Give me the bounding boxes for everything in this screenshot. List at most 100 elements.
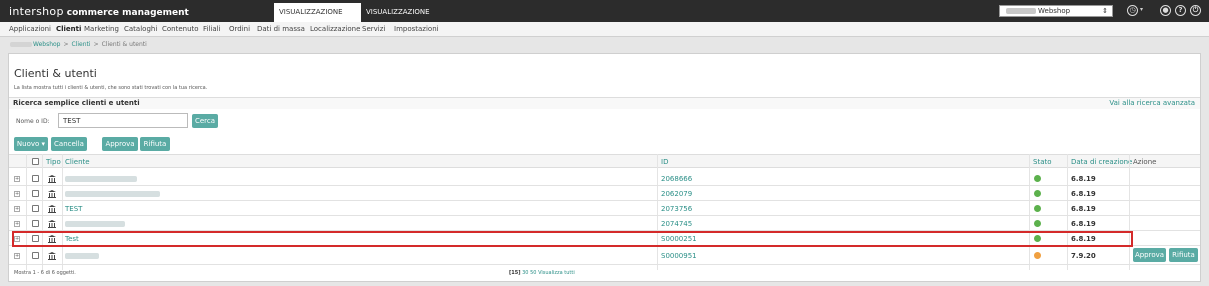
status-pending-icon — [1034, 252, 1041, 259]
brand-name: intershop — [9, 5, 64, 18]
name-or-id-label: Nome o ID: — [16, 118, 50, 125]
customer-id[interactable]: S0000951 — [661, 252, 697, 260]
nav-filiali[interactable]: Filiali — [203, 25, 221, 33]
row-checkbox[interactable] — [32, 252, 39, 259]
breadcrumb-current: Clienti & utenti — [101, 41, 147, 48]
header-created[interactable]: Data di creazione — [1071, 158, 1132, 166]
header-customer[interactable]: Cliente — [65, 158, 90, 166]
row-checkbox[interactable] — [32, 190, 39, 197]
main-nav: Applicazioni Clienti Marketing Cataloghi… — [0, 22, 1209, 37]
customer-name-link[interactable] — [65, 175, 137, 183]
customer-id[interactable]: 2073756 — [661, 205, 692, 213]
breadcrumb-site[interactable]: Webshop — [33, 41, 61, 48]
expand-icon[interactable]: + — [14, 236, 20, 242]
redacted-text — [1006, 8, 1036, 14]
customer-id[interactable]: 2062079 — [661, 190, 692, 198]
nav-dati-di-massa[interactable]: Dati di massa — [257, 25, 305, 33]
table-row[interactable]: + 2062079 6.8.19 — [9, 186, 1200, 201]
redacted-text — [65, 176, 137, 182]
table-row[interactable]: + Test S0000251 6.8.19 — [9, 231, 1200, 246]
row-reject-button[interactable]: Rifiuta — [1169, 248, 1198, 262]
customer-id[interactable]: 2068666 — [661, 175, 692, 183]
expand-icon[interactable]: + — [14, 191, 20, 197]
customer-name-link[interactable] — [65, 190, 160, 198]
search-input[interactable] — [58, 113, 188, 128]
expand-icon[interactable]: + — [14, 253, 20, 259]
power-icon[interactable]: ⏻ — [1190, 5, 1201, 16]
row-checkbox[interactable] — [32, 205, 39, 212]
nav-impostazioni[interactable]: Impostazioni — [394, 25, 439, 33]
row-checkbox[interactable] — [32, 175, 39, 182]
table-row[interactable]: + S0000951 7.9.20 Approva Rifiuta — [9, 246, 1200, 265]
delete-button[interactable]: Cancella — [51, 137, 87, 151]
approve-button[interactable]: Approva — [102, 137, 138, 151]
table-header: Tipo Cliente ID Stato Data di creazione … — [9, 154, 1200, 168]
company-icon — [48, 220, 56, 228]
breadcrumb-separator: > — [93, 41, 99, 48]
company-icon — [48, 205, 56, 213]
header-action: Azione — [1133, 158, 1157, 166]
header-id[interactable]: ID — [661, 158, 668, 166]
company-icon — [48, 175, 56, 183]
status-ok-icon — [1034, 235, 1041, 242]
nav-ordini[interactable]: Ordini — [229, 25, 250, 33]
page-description: La lista mostra tutti i clienti & utenti… — [14, 85, 208, 91]
table-row[interactable]: + 2074745 6.8.19 — [9, 216, 1200, 231]
help-icon[interactable]: ? — [1175, 5, 1186, 16]
select-arrow-icon: ⇕ — [1102, 7, 1108, 15]
company-icon — [48, 252, 56, 260]
breadcrumb: Webshop > Clienti > Clienti & utenti — [10, 41, 147, 48]
page-size-all[interactable]: Visualizza tutti — [538, 270, 575, 276]
nav-applicazioni[interactable]: Applicazioni — [9, 25, 51, 33]
status-ok-icon — [1034, 220, 1041, 227]
breadcrumb-separator: > — [63, 41, 69, 48]
row-checkbox[interactable] — [32, 220, 39, 227]
result-count: Mostra 1 - 6 di 6 oggetti. — [14, 270, 76, 276]
page-size-current: [15] — [509, 270, 521, 276]
search-header: Ricerca semplice clienti e utenti Vai al… — [9, 97, 1200, 109]
row-checkbox[interactable] — [32, 235, 39, 242]
advanced-search-link[interactable]: Vai alla ricerca avanzata — [1109, 99, 1195, 107]
nav-servizi[interactable]: Servizi — [362, 25, 385, 33]
table-row[interactable]: + TEST 2073756 6.8.19 — [9, 201, 1200, 216]
select-all-checkbox[interactable] — [32, 158, 39, 165]
top-bar: intershop commerce management VISUALIZZAZ… — [0, 0, 1209, 35]
user-icon[interactable]: ● — [1160, 5, 1171, 16]
tab-data-view[interactable]: VISUALIZZAZIONE DATI — [274, 3, 361, 35]
customer-name-link[interactable] — [65, 220, 125, 228]
page-title: Clienti & utenti — [14, 67, 97, 80]
site-select[interactable]: Webshop ⇕ — [999, 5, 1113, 17]
nav-localizzazione[interactable]: Localizzazione — [310, 25, 360, 33]
search-button[interactable]: Cerca — [192, 114, 218, 128]
nav-clienti[interactable]: Clienti — [56, 25, 81, 33]
expand-icon[interactable]: + — [14, 176, 20, 182]
header-status[interactable]: Stato — [1033, 158, 1052, 166]
nav-marketing[interactable]: Marketing — [84, 25, 119, 33]
creation-date: 7.9.20 — [1071, 252, 1096, 260]
customer-name-link[interactable] — [65, 252, 99, 260]
breadcrumb-section[interactable]: Clienti — [72, 41, 91, 48]
company-icon — [48, 190, 56, 198]
nav-cataloghi[interactable]: Cataloghi — [124, 25, 157, 33]
customer-name[interactable]: Test — [65, 235, 79, 243]
brand-logo[interactable]: intershop commerce management — [9, 5, 189, 18]
nav-contenuto[interactable]: Contenuto — [162, 25, 199, 33]
page-size-30[interactable]: 30 — [522, 270, 528, 276]
expand-icon[interactable]: + — [14, 206, 20, 212]
expand-icon[interactable]: + — [14, 221, 20, 227]
table-row[interactable]: + 2068666 6.8.19 — [9, 171, 1200, 186]
header-type[interactable]: Tipo — [46, 158, 61, 166]
tab-design-view[interactable]: VISUALIZZAZIONE DESIGN — [361, 3, 451, 35]
customer-name[interactable]: TEST — [65, 205, 82, 213]
row-approve-button[interactable]: Approva — [1133, 248, 1166, 262]
customer-id[interactable]: S0000251 — [661, 235, 697, 243]
reject-button[interactable]: Rifiuta — [140, 137, 170, 151]
chevron-down-icon: ▾ — [39, 140, 46, 148]
redacted-text — [10, 42, 32, 47]
page-size-50[interactable]: 50 — [530, 270, 536, 276]
new-button[interactable]: Nuovo ▾ — [14, 137, 48, 151]
site-select-value: Webshop — [1038, 7, 1071, 15]
customer-id[interactable]: 2074745 — [661, 220, 692, 228]
clock-icon[interactable]: ◷ — [1127, 5, 1138, 16]
chevron-down-icon[interactable]: ▾ — [1140, 6, 1143, 13]
